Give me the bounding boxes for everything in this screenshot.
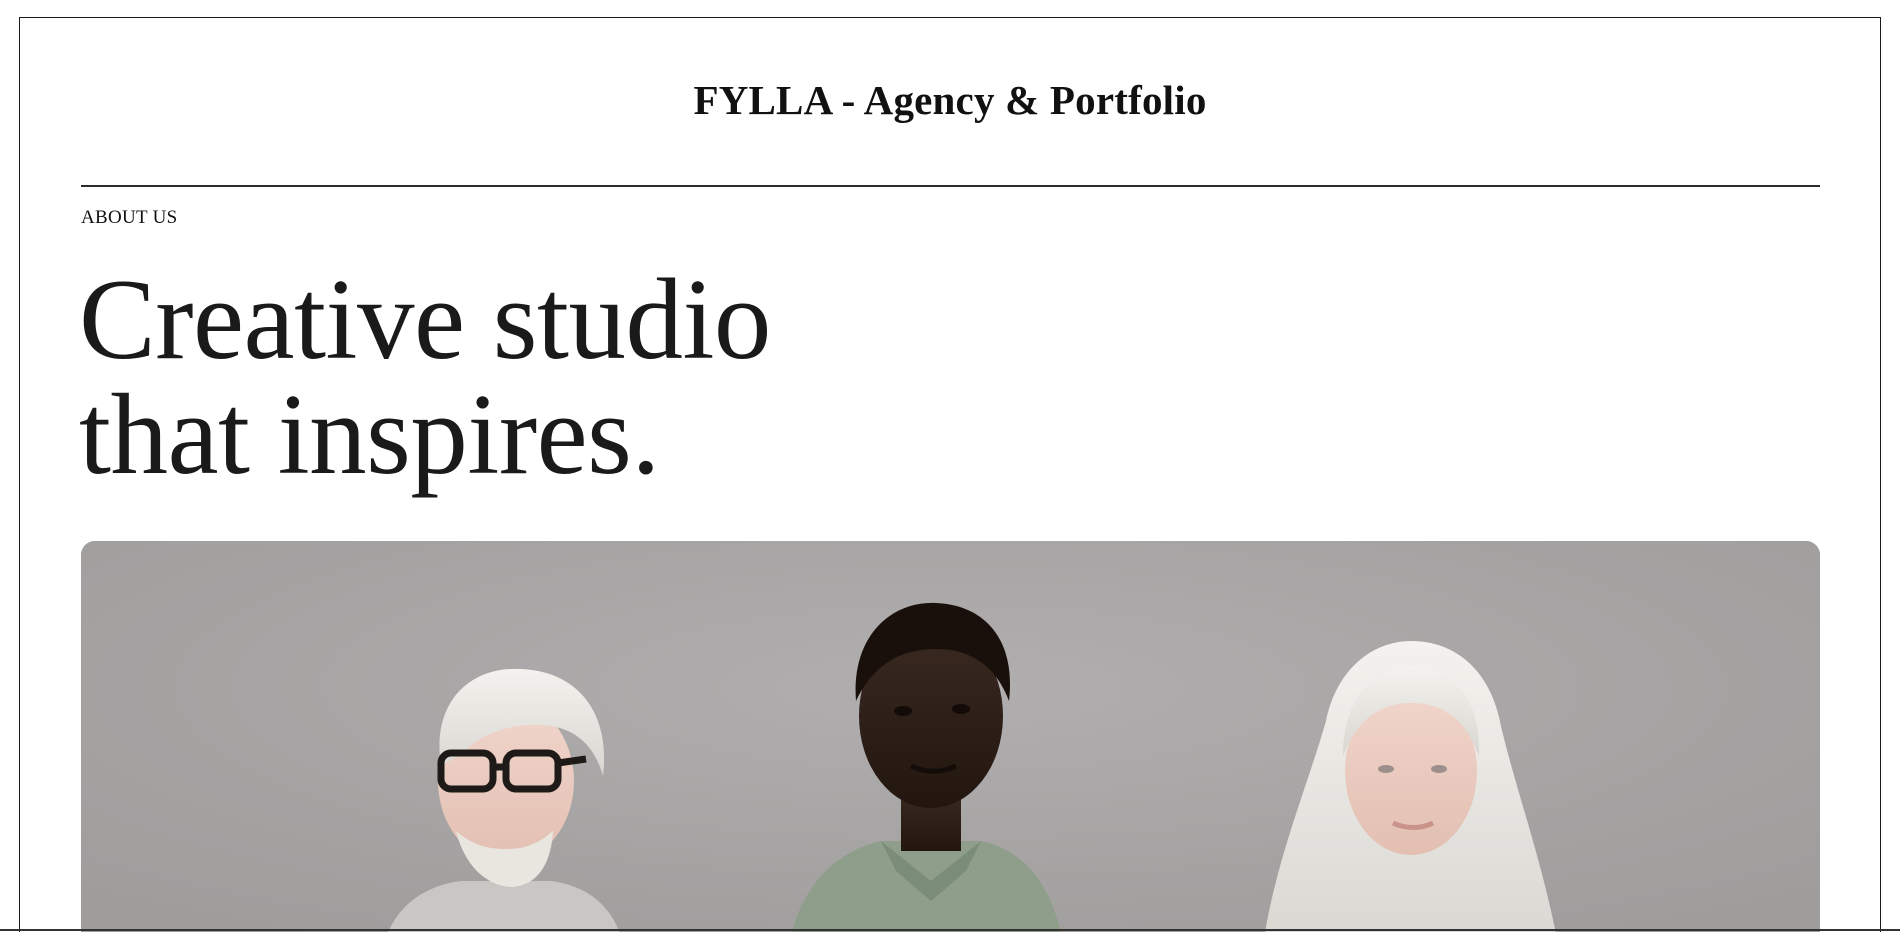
header-divider xyxy=(81,185,1820,187)
hero-photo xyxy=(81,541,1820,932)
hero-heading-line-2: that inspires. xyxy=(79,371,660,498)
site-title[interactable]: FYLLA - Agency & Portfolio xyxy=(20,76,1880,125)
viewport-bottom-rule xyxy=(0,929,1900,931)
three-people-portrait-photo xyxy=(81,541,1820,932)
hero-heading: Creative studio that inspires. xyxy=(79,262,771,492)
section-eyebrow: ABOUT US xyxy=(81,207,178,228)
page-frame: FYLLA - Agency & Portfolio ABOUT US Crea… xyxy=(19,17,1881,932)
hero-heading-line-1: Creative studio xyxy=(79,256,771,383)
